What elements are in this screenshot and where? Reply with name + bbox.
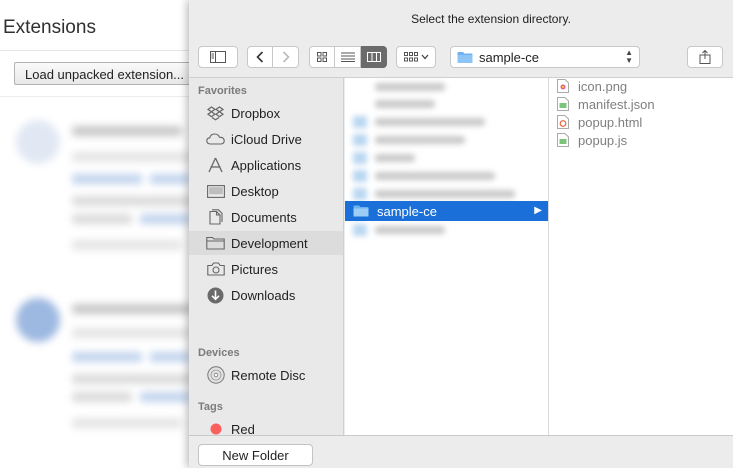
applications-icon bbox=[206, 157, 225, 173]
back-button[interactable] bbox=[247, 46, 273, 68]
forward-button[interactable] bbox=[273, 46, 299, 68]
path-label: sample-ce bbox=[479, 49, 539, 65]
sidebar-item-label: Documents bbox=[231, 209, 297, 225]
file-name: popup.js bbox=[578, 132, 628, 148]
sidebar-item-label: Desktop bbox=[231, 183, 279, 199]
json-file-icon bbox=[557, 97, 569, 111]
blurred-row bbox=[353, 81, 503, 93]
file-name: popup.html bbox=[578, 114, 643, 130]
tag-dot-icon bbox=[206, 421, 225, 435]
sidebar-item-label: Red bbox=[231, 421, 255, 436]
file-name: manifest.json bbox=[578, 96, 655, 112]
blurred-row bbox=[353, 98, 503, 110]
sidebar-item-desktop[interactable]: Desktop bbox=[189, 179, 343, 203]
file-row[interactable]: manifest.json bbox=[557, 95, 655, 113]
divider bbox=[0, 96, 190, 97]
folder-icon bbox=[457, 51, 473, 63]
chevron-right-icon bbox=[282, 51, 290, 63]
arrange-button[interactable] bbox=[396, 46, 436, 68]
cloud-icon bbox=[206, 131, 225, 147]
footer-divider bbox=[189, 435, 733, 436]
load-unpacked-button[interactable]: Load unpacked extension... bbox=[14, 62, 196, 85]
file-name: icon.png bbox=[578, 78, 628, 94]
view-mode-control bbox=[309, 46, 387, 68]
icon-view-icon bbox=[317, 52, 327, 62]
icon-view-button[interactable] bbox=[309, 46, 335, 68]
list-view-button[interactable] bbox=[335, 46, 361, 68]
documents-icon bbox=[206, 209, 225, 225]
download-icon bbox=[206, 287, 225, 303]
sidebar-icon bbox=[210, 51, 226, 63]
dropbox-icon bbox=[206, 105, 225, 121]
blurred-row bbox=[353, 134, 503, 146]
sidebar-item-label: iCloud Drive bbox=[231, 131, 302, 147]
disc-icon bbox=[206, 366, 225, 384]
blurred-extension-list bbox=[0, 100, 200, 468]
column-view-icon bbox=[366, 52, 381, 62]
sidebar-item-label: Pictures bbox=[231, 261, 278, 277]
image-file-icon bbox=[557, 79, 569, 93]
grid-arrange-icon bbox=[403, 52, 418, 62]
folder-icon bbox=[353, 205, 369, 217]
column-browser-parent: sample-ce ▶ bbox=[345, 78, 549, 435]
folder-row-selected[interactable]: sample-ce ▶ bbox=[345, 201, 548, 221]
new-folder-button[interactable]: New Folder bbox=[198, 444, 313, 466]
updown-arrows-icon: ▲ ▼ bbox=[625, 48, 633, 65]
blurred-row bbox=[353, 188, 515, 200]
blurred-row bbox=[353, 170, 503, 182]
sidebar-toggle-button[interactable] bbox=[198, 46, 238, 68]
sidebar-item-label: Remote Disc bbox=[231, 367, 306, 383]
path-popup[interactable]: sample-ce ▲ ▼ bbox=[450, 46, 640, 68]
dialog-title: Select the extension directory. bbox=[411, 12, 571, 26]
sidebar-item-dropbox[interactable]: Dropbox bbox=[189, 101, 343, 125]
file-row[interactable]: popup.html bbox=[557, 113, 642, 131]
history-nav bbox=[247, 46, 299, 68]
html-file-icon bbox=[557, 115, 569, 129]
disclosure-arrow-icon: ▶ bbox=[534, 205, 542, 216]
sidebar-item-label: Downloads bbox=[231, 287, 296, 303]
list-view-icon bbox=[340, 52, 355, 62]
sidebar: Favorites Dropbox iCloud Drive Applicati… bbox=[189, 78, 344, 435]
camera-icon bbox=[206, 261, 225, 277]
blurred-row bbox=[353, 116, 503, 128]
devices-header: Devices bbox=[198, 347, 240, 359]
sidebar-item-label: Dropbox bbox=[231, 105, 281, 121]
tags-header: Tags bbox=[198, 401, 223, 413]
folder-icon bbox=[206, 235, 225, 251]
sidebar-item-tag-red[interactable]: Red bbox=[189, 417, 343, 436]
blurred-row bbox=[353, 152, 503, 164]
blurred-row bbox=[353, 224, 503, 236]
sidebar-item-applications[interactable]: Applications bbox=[189, 153, 343, 177]
share-button[interactable] bbox=[687, 46, 723, 68]
sidebar-item-icloud-drive[interactable]: iCloud Drive bbox=[189, 127, 343, 151]
sidebar-item-downloads[interactable]: Downloads bbox=[189, 283, 343, 307]
file-row[interactable]: icon.png bbox=[557, 77, 627, 95]
page-title: Extensions bbox=[3, 17, 96, 38]
share-icon bbox=[699, 50, 711, 64]
column-browser-files: icon.png manifest.json popup.html popup.… bbox=[549, 78, 733, 435]
desktop-icon bbox=[206, 183, 225, 199]
sidebar-item-development[interactable]: Development bbox=[189, 231, 343, 255]
sidebar-item-label: Development bbox=[231, 235, 308, 251]
sidebar-item-remote-disc[interactable]: Remote Disc bbox=[189, 363, 343, 387]
folder-name: sample-ce bbox=[377, 203, 437, 219]
chevron-left-icon bbox=[256, 51, 264, 63]
sidebar-item-pictures[interactable]: Pictures bbox=[189, 257, 343, 281]
favorites-header: Favorites bbox=[198, 85, 247, 97]
open-directory-dialog: Select the extension directory. sample-c… bbox=[189, 0, 733, 468]
column-view-button[interactable] bbox=[361, 46, 387, 68]
js-file-icon bbox=[557, 133, 569, 147]
sidebar-item-documents[interactable]: Documents bbox=[189, 205, 343, 229]
sidebar-item-label: Applications bbox=[231, 157, 302, 173]
chevron-down-icon bbox=[421, 54, 428, 60]
file-row[interactable]: popup.js bbox=[557, 131, 627, 149]
divider bbox=[0, 50, 190, 51]
